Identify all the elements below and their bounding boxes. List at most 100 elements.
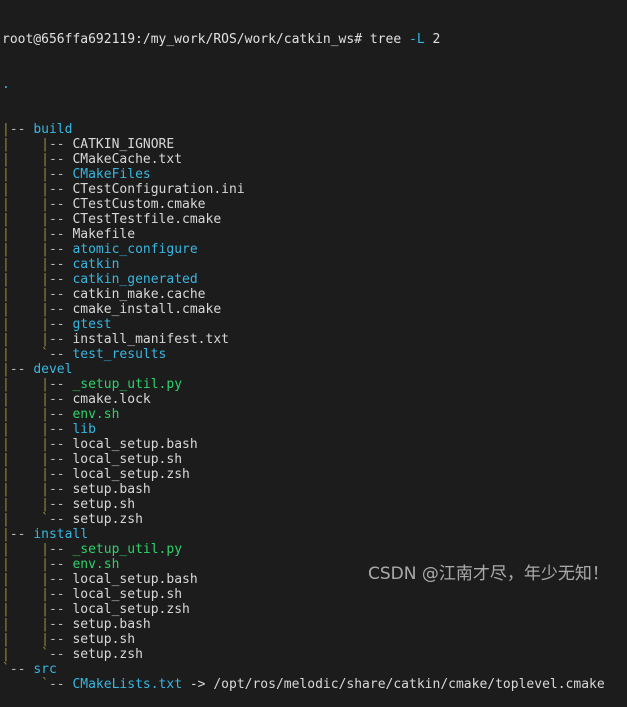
tree-connector-last: ` bbox=[41, 347, 49, 362]
tree-connector-branch: | bbox=[41, 302, 49, 317]
tree-entry: | |-- gtest bbox=[2, 317, 627, 332]
tree-entry-name: local_setup.bash bbox=[72, 437, 198, 452]
tree-connector-dashes: -- bbox=[9, 122, 34, 137]
tree-trunk-bar: | bbox=[2, 152, 10, 167]
tree-trunk-bar: | bbox=[2, 227, 10, 242]
tree-trunk-bar: | bbox=[2, 512, 10, 527]
tree-connector-branch: | bbox=[41, 422, 49, 437]
tree-entry: |-- install bbox=[2, 527, 627, 542]
tree-root-marker: . bbox=[2, 77, 10, 92]
tree-entry: | |-- CMakeFiles bbox=[2, 167, 627, 182]
tree-connector-dashes: -- bbox=[48, 617, 73, 632]
tree-trunk-bar: | bbox=[2, 182, 10, 197]
tree-connector-branch: | bbox=[41, 167, 49, 182]
tree-entry: | |-- setup.bash bbox=[2, 617, 627, 632]
tree-connector-dashes: -- bbox=[48, 137, 73, 152]
tree-connector-branch: | bbox=[41, 332, 49, 347]
tree-trunk-bar: | bbox=[2, 302, 10, 317]
tree-entry-name: CTestTestfile.cmake bbox=[72, 212, 222, 227]
tree-trunk-bar: | bbox=[2, 602, 10, 617]
command-flag-value: 2 bbox=[432, 32, 441, 47]
tree-connector-dashes: -- bbox=[48, 182, 73, 197]
tree-trunk-bar: | bbox=[2, 467, 10, 482]
tree-connector-branch: | bbox=[41, 452, 49, 467]
tree-connector-dashes: -- bbox=[48, 152, 73, 167]
tree-trunk-bar: | bbox=[2, 332, 10, 347]
tree-connector-dashes: -- bbox=[48, 407, 73, 422]
tree-entry-name: catkin_generated bbox=[72, 272, 198, 287]
tree-entry-name: local_setup.sh bbox=[72, 452, 183, 467]
tree-entry-name: CMakeLists.txt bbox=[72, 677, 183, 692]
tree-entry: | |-- CATKIN_IGNORE bbox=[2, 137, 627, 152]
tree-connector-branch: | bbox=[41, 437, 49, 452]
tree-entry-name: setup.sh bbox=[72, 632, 136, 647]
tree-entry: | |-- CMakeCache.txt bbox=[2, 152, 627, 167]
tree-trunk-bar: | bbox=[2, 572, 10, 587]
tree-connector-branch: | bbox=[41, 197, 49, 212]
tree-connector-branch: | bbox=[41, 542, 49, 557]
tree-entry-name: test_results bbox=[72, 347, 167, 362]
tree-connector-dashes: -- bbox=[48, 242, 73, 257]
tree-connector-branch: | bbox=[41, 572, 49, 587]
tree-entry-name: src bbox=[33, 662, 57, 677]
tree-connector-branch: | bbox=[41, 212, 49, 227]
tree-entry: | |-- _setup_util.py bbox=[2, 377, 627, 392]
tree-trunk-bar bbox=[2, 677, 10, 692]
tree-connector-branch: | bbox=[41, 407, 49, 422]
tree-entry: | |-- local_setup.zsh bbox=[2, 602, 627, 617]
symlink-arrow: -> bbox=[182, 677, 214, 692]
tree-entry: | |-- atomic_configure bbox=[2, 242, 627, 257]
tree-connector-dashes: -- bbox=[48, 422, 73, 437]
tree-connector-branch: | bbox=[41, 497, 49, 512]
tree-entry-name: setup.zsh bbox=[72, 647, 143, 662]
tree-entry-name: local_setup.bash bbox=[72, 572, 198, 587]
tree-connector-branch: | bbox=[41, 227, 49, 242]
tree-entry-name: env.sh bbox=[72, 407, 120, 422]
tree-connector-branch: | bbox=[2, 122, 10, 137]
tree-connector-dashes: -- bbox=[48, 167, 73, 182]
tree-entry: | `-- setup.zsh bbox=[2, 647, 627, 662]
tree-connector-dashes: -- bbox=[48, 677, 73, 692]
tree-trunk-bar: | bbox=[2, 167, 10, 182]
tree-entry: | |-- local_setup.bash bbox=[2, 437, 627, 452]
tree-entry-name: setup.sh bbox=[72, 497, 136, 512]
tree-entry-name: setup.bash bbox=[72, 617, 151, 632]
tree-entry-name: cmake_install.cmake bbox=[72, 302, 222, 317]
tree-connector-last: ` bbox=[41, 647, 49, 662]
tree-trunk-bar: | bbox=[2, 422, 10, 437]
tree-trunk-bar: | bbox=[2, 482, 10, 497]
tree-entry: | `-- test_results bbox=[2, 347, 627, 362]
tree-connector-branch: | bbox=[41, 392, 49, 407]
prompt-user-host-path: root@656ffa692119:/my_work/ROS/work/catk… bbox=[2, 32, 370, 47]
tree-entry: | |-- local_setup.zsh bbox=[2, 467, 627, 482]
tree-entry: | |-- env.sh bbox=[2, 407, 627, 422]
tree-connector-dashes: -- bbox=[48, 392, 73, 407]
tree-connector-branch: | bbox=[41, 587, 49, 602]
tree-connector-branch: | bbox=[41, 602, 49, 617]
tree-trunk-bar: | bbox=[2, 137, 10, 152]
tree-entry-name: devel bbox=[33, 362, 73, 377]
tree-entry: | |-- local_setup.sh bbox=[2, 587, 627, 602]
tree-entry: | |-- catkin_generated bbox=[2, 272, 627, 287]
tree-entry-name: CTestCustom.cmake bbox=[72, 197, 206, 212]
tree-entry: | `-- setup.zsh bbox=[2, 512, 627, 527]
tree-entry: | |-- setup.sh bbox=[2, 632, 627, 647]
tree-connector-dashes: -- bbox=[48, 272, 73, 287]
tree-entry-name: lib bbox=[72, 422, 96, 437]
tree-connector-dashes: -- bbox=[48, 197, 73, 212]
tree-entry-name: install_manifest.txt bbox=[72, 332, 229, 347]
tree-connector-branch: | bbox=[41, 257, 49, 272]
tree-connector-dashes: -- bbox=[48, 647, 73, 662]
tree-connector-dashes: -- bbox=[48, 257, 73, 272]
tree-connector-dashes: -- bbox=[48, 467, 73, 482]
tree-connector-dashes: -- bbox=[48, 377, 73, 392]
tree-entry: | |-- CTestConfiguration.ini bbox=[2, 182, 627, 197]
tree-connector-dashes: -- bbox=[48, 302, 73, 317]
tree-entry: | |-- Makefile bbox=[2, 227, 627, 242]
tree-entry-name: CTestConfiguration.ini bbox=[72, 182, 245, 197]
tree-connector-branch: | bbox=[2, 362, 10, 377]
tree-connector-last: ` bbox=[41, 677, 49, 692]
tree-trunk-bar: | bbox=[2, 497, 10, 512]
tree-entry: | |-- _setup_util.py bbox=[2, 542, 627, 557]
tree-trunk-bar: | bbox=[2, 632, 10, 647]
